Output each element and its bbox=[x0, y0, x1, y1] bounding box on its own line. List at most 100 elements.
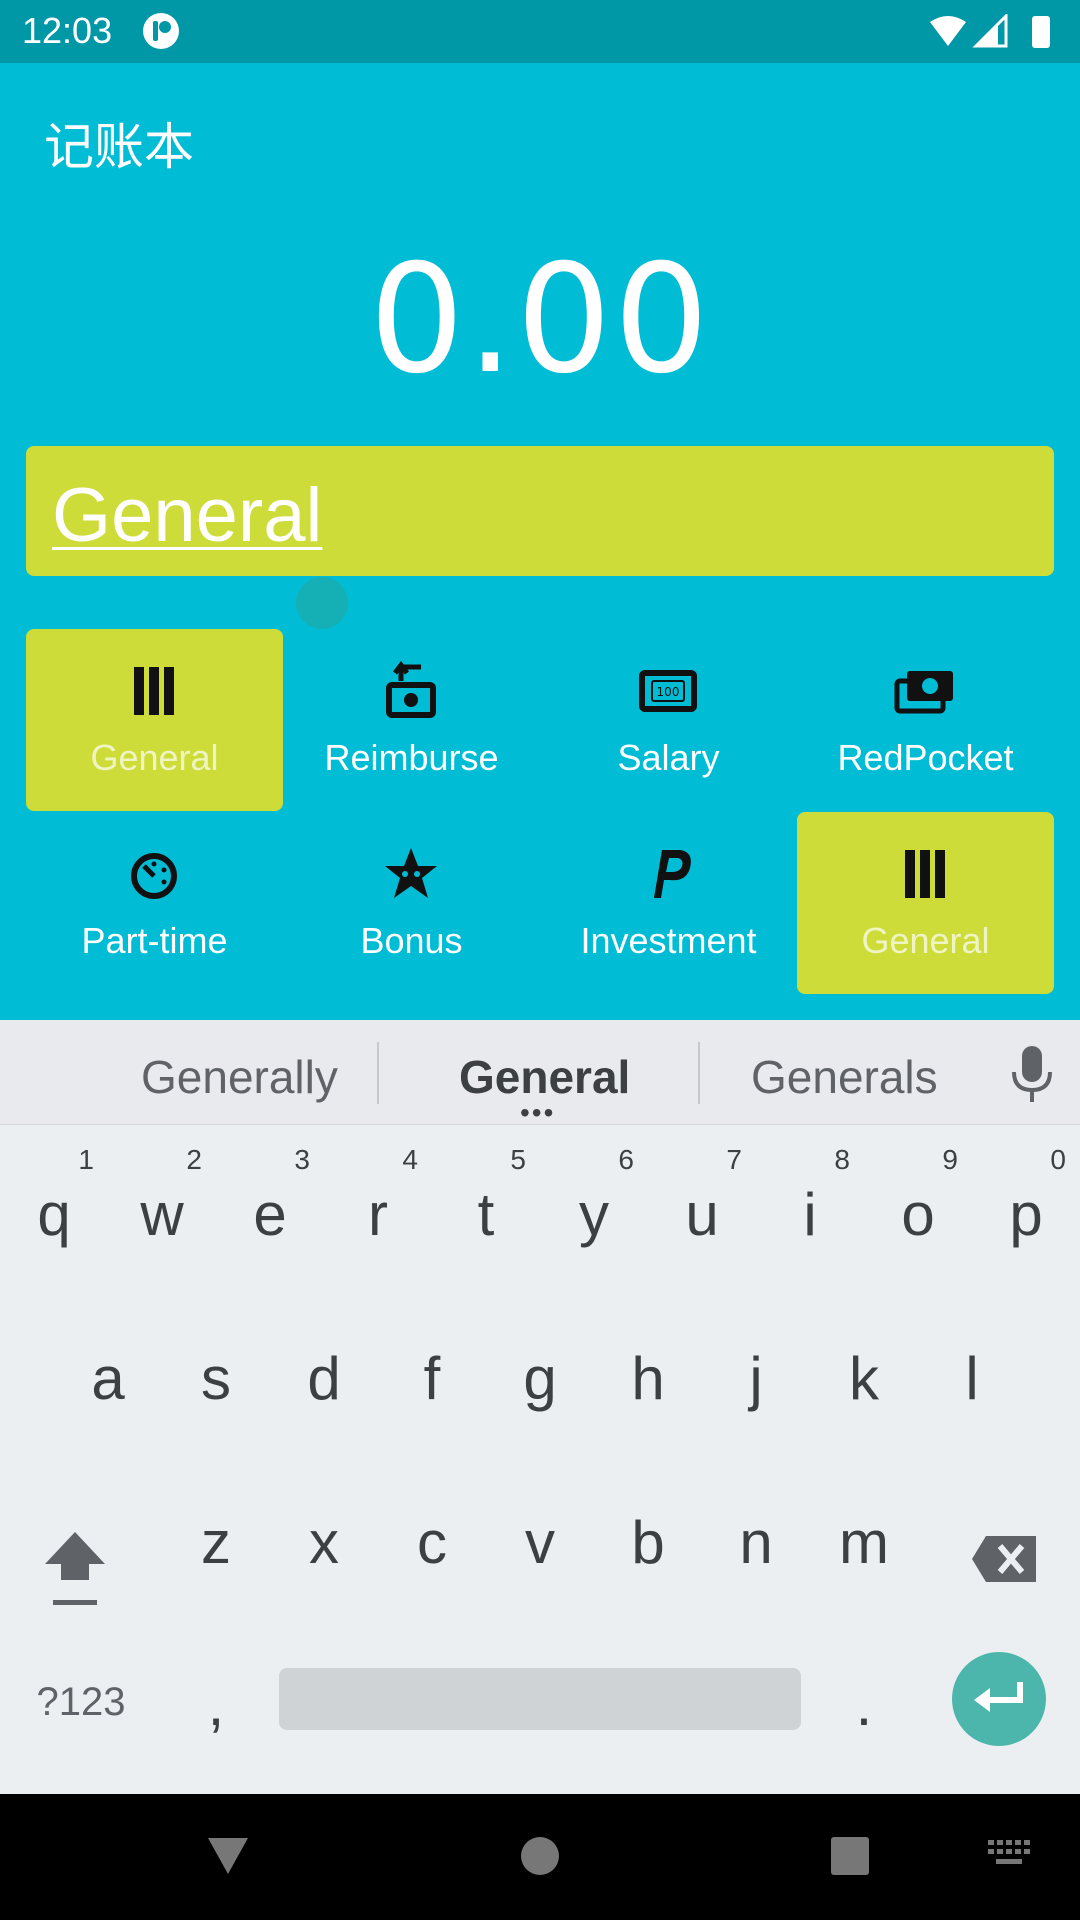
category-salary[interactable]: 100 Salary bbox=[540, 629, 797, 811]
period-key[interactable]: . bbox=[810, 1632, 918, 1762]
key-number-hint: 9 bbox=[942, 1144, 958, 1175]
suggestion-generally[interactable]: Generally bbox=[141, 1050, 338, 1104]
key-number-hint: 3 bbox=[294, 1144, 310, 1175]
suggestion-generals[interactable]: Generals bbox=[751, 1050, 938, 1104]
category-bonus[interactable]: Bonus bbox=[283, 812, 540, 994]
key-v[interactable]: v bbox=[486, 1466, 594, 1596]
key-y[interactable]: y6 bbox=[540, 1138, 648, 1268]
key-p[interactable]: p0 bbox=[972, 1138, 1080, 1268]
category-label: Bonus bbox=[360, 920, 463, 961]
key-letter: l bbox=[965, 1345, 979, 1412]
key-letter: w bbox=[140, 1181, 184, 1248]
text-cursor-handle[interactable] bbox=[296, 577, 348, 629]
key-letter: b bbox=[631, 1509, 665, 1576]
category-reimburse[interactable]: Reimburse bbox=[283, 629, 540, 811]
key-o[interactable]: o9 bbox=[864, 1138, 972, 1268]
key-r[interactable]: r4 bbox=[324, 1138, 432, 1268]
enter-icon bbox=[974, 1682, 1023, 1712]
key-letter: v bbox=[525, 1509, 555, 1576]
category-general-2[interactable]: General bbox=[797, 812, 1054, 994]
suggestion-general[interactable]: General bbox=[459, 1050, 630, 1104]
key-letter: j bbox=[749, 1345, 763, 1412]
key-e[interactable]: e3 bbox=[216, 1138, 324, 1268]
key-g[interactable]: g bbox=[486, 1302, 594, 1432]
key-s[interactable]: s bbox=[162, 1302, 270, 1432]
key-x[interactable]: x bbox=[270, 1466, 378, 1596]
key-n[interactable]: n bbox=[702, 1466, 810, 1596]
key-number-hint: 1 bbox=[78, 1144, 94, 1175]
back-icon[interactable] bbox=[206, 1834, 250, 1878]
key-letter: i bbox=[803, 1181, 817, 1248]
key-number-hint: 4 bbox=[402, 1144, 418, 1175]
paypal-icon bbox=[654, 850, 691, 898]
category-investment[interactable]: Investment bbox=[540, 812, 797, 994]
key-letter: z bbox=[201, 1509, 231, 1576]
key-b[interactable]: b bbox=[594, 1466, 702, 1596]
category-label: Investment bbox=[580, 920, 757, 961]
category-part-time[interactable]: Part-time bbox=[26, 812, 283, 994]
key-m[interactable]: m bbox=[810, 1466, 918, 1596]
key-k[interactable]: k bbox=[810, 1302, 918, 1432]
key-i[interactable]: i8 bbox=[756, 1138, 864, 1268]
key-z[interactable]: z bbox=[162, 1466, 270, 1596]
soft-keyboard: Generally General ••• Generals ?123 , . bbox=[0, 1020, 1080, 1794]
key-q[interactable]: q1 bbox=[0, 1138, 108, 1268]
key-letter: x bbox=[309, 1509, 339, 1576]
key-letter: y bbox=[579, 1181, 609, 1248]
status-time: 12:03 bbox=[22, 10, 113, 51]
key-u[interactable]: u7 bbox=[648, 1138, 756, 1268]
category-label: Salary bbox=[617, 737, 720, 778]
category-general[interactable]: General bbox=[26, 629, 283, 811]
key-number-hint: 0 bbox=[1050, 1144, 1066, 1175]
key-number-hint: 5 bbox=[510, 1144, 526, 1175]
key-d[interactable]: d bbox=[270, 1302, 378, 1432]
category-label: RedPocket bbox=[837, 737, 1014, 778]
key-number-hint: 8 bbox=[834, 1144, 850, 1175]
key-l[interactable]: l bbox=[918, 1302, 1026, 1432]
keyboard-switch-icon[interactable] bbox=[988, 1840, 1030, 1868]
amount-display[interactable]: 0.00 bbox=[0, 233, 1080, 407]
key-letter: p bbox=[1009, 1181, 1043, 1248]
navigation-bar bbox=[0, 1794, 1080, 1920]
category-label: Part-time bbox=[81, 920, 228, 961]
enter-key[interactable] bbox=[952, 1652, 1046, 1746]
key-letter: m bbox=[839, 1509, 889, 1576]
key-f[interactable]: f bbox=[378, 1302, 486, 1432]
key-t[interactable]: t5 bbox=[432, 1138, 540, 1268]
shift-icon bbox=[45, 1532, 105, 1605]
category-redpocket[interactable]: RedPocket bbox=[797, 629, 1054, 811]
banknote-icon: 100 bbox=[639, 670, 697, 712]
key-w[interactable]: w2 bbox=[108, 1138, 216, 1268]
more-suggestions-dots[interactable]: ••• bbox=[520, 1099, 555, 1127]
key-number-hint: 7 bbox=[726, 1144, 742, 1175]
key-letter: k bbox=[849, 1345, 879, 1412]
key-letter: o bbox=[901, 1181, 935, 1248]
key-j[interactable]: j bbox=[702, 1302, 810, 1432]
comma-key[interactable]: , bbox=[162, 1632, 270, 1762]
bars-icon bbox=[905, 850, 945, 898]
battery-icon bbox=[1032, 16, 1050, 48]
notification-icon bbox=[143, 13, 179, 49]
recents-icon[interactable] bbox=[830, 1836, 870, 1876]
key-letter: d bbox=[307, 1345, 341, 1412]
key-letter: s bbox=[201, 1345, 231, 1412]
bars-icon bbox=[134, 667, 174, 715]
microphone-icon[interactable] bbox=[1010, 1044, 1054, 1104]
home-icon[interactable] bbox=[520, 1836, 560, 1876]
key-number-hint: 6 bbox=[618, 1144, 634, 1175]
key-a[interactable]: a bbox=[54, 1302, 162, 1432]
key-h[interactable]: h bbox=[594, 1302, 702, 1432]
backspace-icon bbox=[972, 1536, 1036, 1582]
note-input[interactable]: General bbox=[26, 446, 1054, 576]
spacebar[interactable] bbox=[279, 1668, 801, 1730]
key-letter: e bbox=[253, 1181, 287, 1248]
backspace-key[interactable] bbox=[952, 1500, 1060, 1630]
app-title: 记账本 bbox=[44, 119, 194, 175]
app-screen: 记账本 0.00 General General Reimburse 100 S… bbox=[0, 63, 1080, 1020]
shift-key[interactable] bbox=[21, 1500, 129, 1630]
key-letter: a bbox=[91, 1345, 125, 1412]
key-letter: t bbox=[477, 1181, 495, 1248]
symbols-key[interactable]: ?123 bbox=[26, 1632, 136, 1762]
wifi-icon bbox=[930, 16, 966, 46]
key-c[interactable]: c bbox=[378, 1466, 486, 1596]
